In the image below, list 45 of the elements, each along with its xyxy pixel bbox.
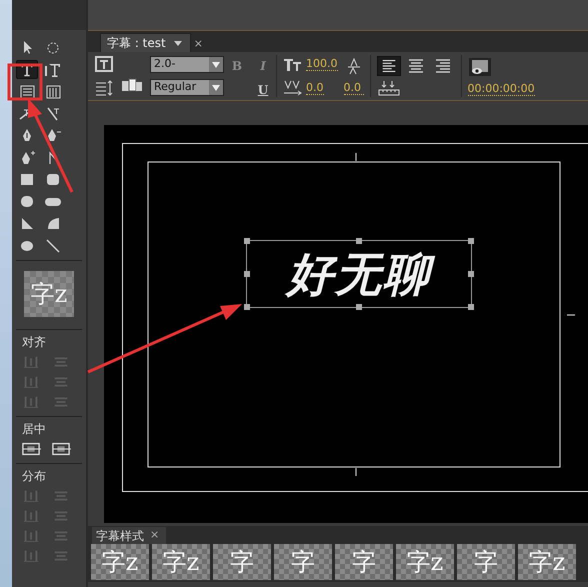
highlight-box (8, 64, 42, 100)
kerning-icon (283, 79, 303, 97)
resize-handle[interactable] (468, 271, 474, 277)
resize-handle[interactable] (468, 238, 474, 244)
show-video-icon[interactable] (468, 56, 492, 76)
kerning-value[interactable]: 0.0 (306, 82, 324, 94)
style-swatch[interactable]: 字 (457, 544, 515, 580)
style-swatch[interactable]: 字 (335, 544, 393, 580)
styles-tab[interactable]: 字幕样式 × (92, 527, 166, 544)
title-text[interactable]: 好无聊 (246, 240, 472, 308)
dropdown-icon[interactable] (211, 60, 221, 68)
style-swatch[interactable]: 字z (518, 544, 576, 580)
style-swatch[interactable]: 字z (152, 544, 210, 580)
resize-handle[interactable] (244, 238, 250, 244)
title-type-icon[interactable] (94, 55, 114, 73)
line-spacing-icon[interactable] (94, 79, 114, 97)
resize-handle[interactable] (356, 238, 362, 244)
font-size-value[interactable]: 100.0 (306, 58, 338, 70)
tab-stops-icon[interactable] (376, 78, 400, 96)
style-preview[interactable]: 字z (24, 271, 74, 317)
close-button[interactable]: × (190, 36, 206, 52)
section-label: 分布 (21, 468, 47, 485)
style-swatch[interactable]: 字z (91, 544, 149, 580)
font-style-dropdown[interactable]: Regular (150, 79, 224, 96)
center-icon[interactable] (50, 440, 72, 458)
timecode[interactable]: 00:00:00:00 (468, 82, 535, 96)
resize-handle[interactable] (356, 304, 362, 310)
dropdown-icon[interactable] (172, 38, 184, 48)
close-button[interactable]: × (147, 527, 162, 544)
align-left-button[interactable] (376, 56, 400, 76)
resize-handle[interactable] (468, 304, 474, 310)
font-dropdown[interactable]: 2.0- (150, 56, 224, 73)
resize-handle[interactable] (244, 304, 250, 310)
style-swatch[interactable]: 字 (213, 544, 271, 580)
section-label: 居中 (21, 421, 47, 438)
center-icon[interactable] (20, 440, 42, 458)
dropdown-icon[interactable] (211, 84, 221, 92)
resize-handle[interactable] (244, 271, 250, 277)
tracking-value[interactable]: 0.0 (344, 82, 364, 94)
templates-icon[interactable] (120, 76, 144, 94)
style-swatch[interactable]: 字z (396, 544, 454, 580)
style-swatch[interactable]: 字 (274, 544, 332, 580)
format-button[interactable]: U (256, 81, 270, 99)
section-label: 对齐 (21, 334, 47, 351)
title-tab[interactable]: 字幕 : test (100, 33, 191, 52)
